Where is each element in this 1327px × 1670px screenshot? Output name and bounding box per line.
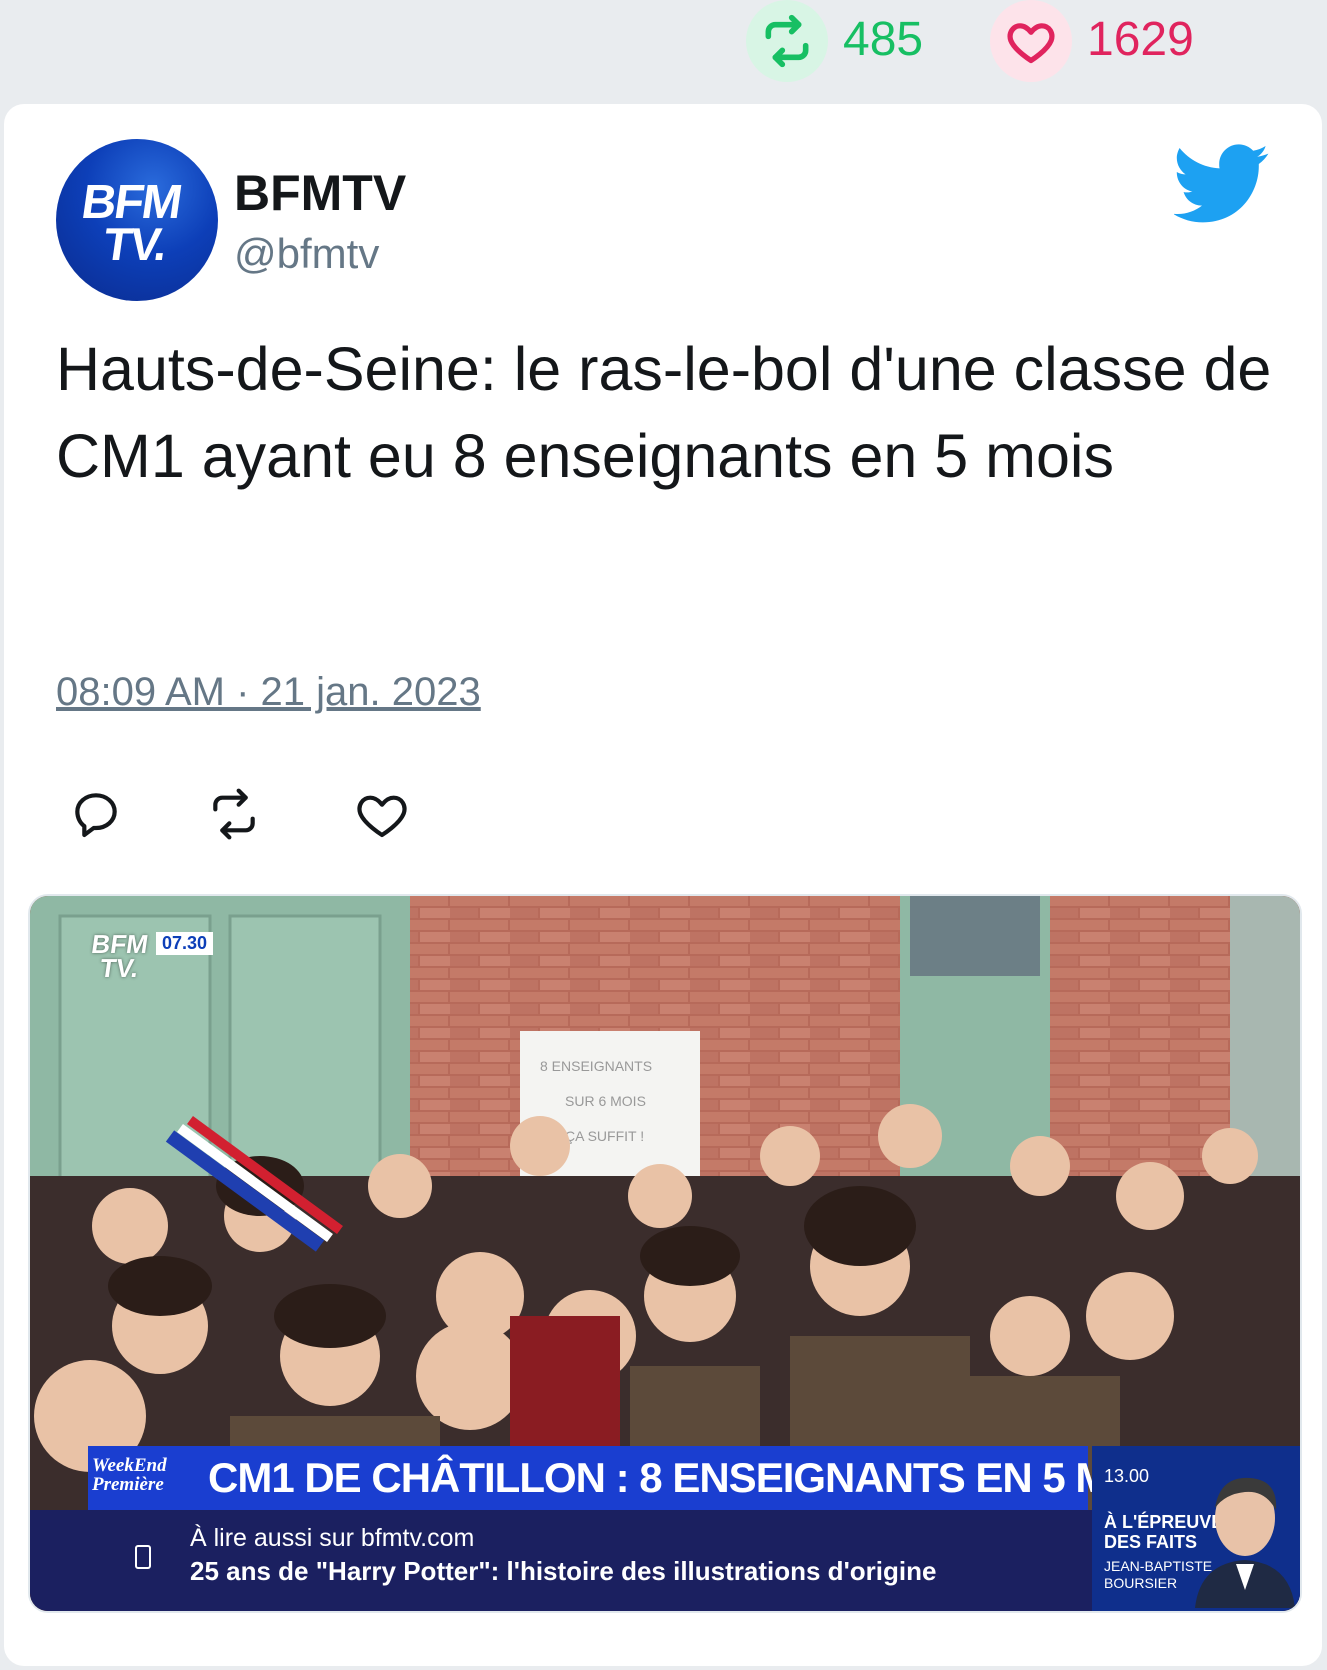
avatar-logo-line2: TV. xyxy=(100,218,169,270)
show-label-line1: WeekEnd xyxy=(92,1455,167,1476)
like-count: 1629 xyxy=(1087,13,1194,66)
avatar[interactable]: BFM TV. xyxy=(56,139,218,301)
phone-icon xyxy=(134,1544,152,1575)
tweet-media[interactable]: 8 ENSEIGNANTS SUR 6 MOIS ÇA SUFFIT ! BFM… xyxy=(28,894,1302,1613)
retweet-icon[interactable] xyxy=(746,0,828,82)
show-label-line2: Première xyxy=(92,1474,164,1495)
sign-text-1: 8 ENSEIGNANTS xyxy=(540,1058,652,1074)
tweet-timestamp[interactable]: 08:09 AM · 21 jan. 2023 xyxy=(56,670,481,715)
reply-icon[interactable] xyxy=(68,786,124,842)
show-label: WeekEnd Première xyxy=(92,1456,192,1494)
presenter-portrait xyxy=(1195,1477,1295,1608)
retweet-count: 485 xyxy=(843,13,924,66)
sign-text-2: SUR 6 MOIS xyxy=(565,1093,646,1109)
heart-icon[interactable] xyxy=(354,786,410,842)
upcoming-show-panel: 13.00 À L'ÉPREUVE DES FAITS JEAN-BAPTIST… xyxy=(1092,1446,1300,1611)
read-also-label: À lire aussi sur bfmtv.com xyxy=(190,1524,475,1552)
tweet-stats: 485 1629 xyxy=(0,0,1327,100)
retweet-icon[interactable] xyxy=(206,786,262,842)
headline-banner: WeekEnd Première CM1 DE CHÂTILLON : 8 EN… xyxy=(88,1446,1203,1510)
tweet-text: Hauts-de-Seine: le ras-le-bol d'une clas… xyxy=(56,335,1272,490)
news-headline: CM1 DE CHÂTILLON : 8 ENSEIGNANTS EN 5 MO… xyxy=(208,1454,1203,1501)
sign-text-3: ÇA SUFFIT ! xyxy=(565,1128,644,1144)
tweet-card: BFM TV. BFMTV @bfmtv Hauts-de-Seine: le … xyxy=(4,104,1322,1666)
twitter-bird-icon[interactable] xyxy=(1172,144,1270,229)
channel-logo-line2: TV. xyxy=(98,953,141,983)
related-story: 25 ans de "Harry Potter": l'histoire des… xyxy=(190,1556,937,1586)
broadcast-clock: 07.30 xyxy=(156,932,214,955)
channel-logo: BFM TV. xyxy=(87,929,151,983)
author-name[interactable]: BFMTV xyxy=(234,164,406,222)
author-handle[interactable]: @bfmtv xyxy=(234,230,379,278)
upcoming-show-time: 13.00 xyxy=(1104,1466,1150,1486)
heart-icon[interactable] xyxy=(990,0,1072,82)
